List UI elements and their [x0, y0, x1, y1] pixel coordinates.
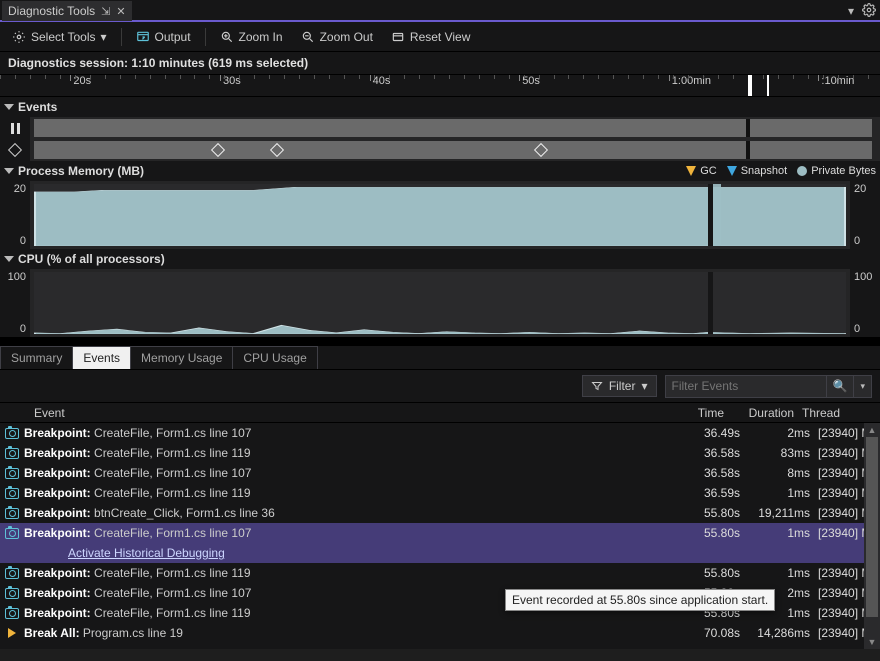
zoom-out-button[interactable]: Zoom Out [297, 28, 377, 46]
toolbar: Select Tools ▾ Output Zoom In Zoom Out R… [0, 22, 880, 52]
tab-cpu-usage[interactable]: CPU Usage [232, 346, 317, 369]
camera-icon [0, 588, 24, 599]
legend-private-bytes: Private Bytes [797, 165, 876, 177]
cpu-chart[interactable] [34, 272, 846, 334]
session-info: Diagnostics session: 1:10 minutes (619 m… [0, 52, 880, 75]
memory-section-title: Process Memory (MB) [18, 164, 144, 178]
events-section-header[interactable]: Events [0, 97, 880, 117]
filter-search: 🔍 ▾ [665, 375, 872, 398]
scroll-up-icon[interactable]: ▲ [864, 423, 880, 437]
tool-window-title: Diagnostic Tools [8, 4, 95, 18]
detail-tabs: Summary Events Memory Usage CPU Usage [0, 345, 880, 369]
select-tools-label: Select Tools [31, 30, 95, 44]
table-row[interactable]: Breakpoint: CreateFile, Form1.cs line 10… [0, 463, 880, 483]
zoom-out-label: Zoom Out [320, 30, 373, 44]
search-options-icon[interactable]: ▾ [853, 376, 871, 397]
memory-section-header[interactable]: Process Memory (MB) GC Snapshot Private … [0, 161, 880, 181]
table-row[interactable]: Breakpoint: CreateFile, Form1.cs line 10… [0, 523, 880, 543]
camera-icon [0, 448, 24, 459]
chevron-down-icon: ▾ [100, 30, 106, 44]
table-row[interactable]: Breakpoint: CreateFile, Form1.cs line 10… [0, 423, 880, 443]
table-row[interactable]: Breakpoint: CreateFile, Form1.cs line 11… [0, 443, 880, 463]
select-tools-button[interactable]: Select Tools ▾ [8, 28, 111, 46]
historical-debugging-link-row: Activate Historical Debugging [0, 543, 880, 563]
search-icon[interactable]: 🔍 [826, 376, 854, 397]
events-lanes [0, 117, 880, 161]
events-table: Event Time Duration Thread Breakpoint: C… [0, 403, 880, 649]
col-duration[interactable]: Duration [730, 406, 800, 420]
cpu-axis-right: 1000 [850, 269, 880, 337]
collapse-caret-icon [4, 168, 14, 174]
scrollbar[interactable]: ▲ ▼ [864, 423, 880, 649]
separator [121, 28, 122, 46]
break-events-lane[interactable] [0, 117, 880, 139]
collapse-caret-icon [4, 256, 14, 262]
memory-axis-right: 200 [850, 181, 880, 249]
gear-icon[interactable] [862, 3, 876, 20]
reset-view-label: Reset View [410, 30, 470, 44]
intellitrace-lane[interactable] [0, 139, 880, 161]
close-icon[interactable]: ✕ [116, 5, 125, 18]
scroll-down-icon[interactable]: ▼ [864, 635, 880, 649]
splitter[interactable] [0, 337, 880, 345]
col-thread[interactable]: Thread [800, 406, 864, 420]
memory-axis-left: 200 [0, 181, 30, 249]
memory-legend: GC Snapshot Private Bytes [686, 165, 876, 177]
zoom-in-button[interactable]: Zoom In [216, 28, 287, 46]
diamond-icon [0, 139, 30, 161]
tool-window-tab[interactable]: Diagnostic Tools ⇲ ✕ [2, 1, 132, 21]
camera-icon [0, 608, 24, 619]
camera-icon [0, 528, 24, 539]
tab-summary[interactable]: Summary [0, 346, 73, 369]
filter-button[interactable]: Filter ▾ [582, 375, 657, 397]
table-row[interactable]: Breakpoint: CreateFile, Form1.cs line 11… [0, 483, 880, 503]
zoom-in-label: Zoom In [239, 30, 283, 44]
camera-icon [0, 428, 24, 439]
table-row[interactable]: Breakpoint: btnCreate_Click, Form1.cs li… [0, 503, 880, 523]
memory-chart[interactable] [34, 184, 846, 246]
cpu-axis-left: 1000 [0, 269, 30, 337]
legend-snapshot: Snapshot [727, 165, 787, 177]
scrollbar-thumb[interactable] [866, 437, 878, 617]
camera-icon [0, 568, 24, 579]
window-titlebar: Diagnostic Tools ⇲ ✕ ▾ [0, 0, 880, 22]
output-label: Output [155, 30, 191, 44]
col-event[interactable]: Event [0, 406, 670, 420]
filter-input[interactable] [666, 379, 826, 393]
pin-icon[interactable]: ⇲ [101, 5, 110, 18]
filter-bar: Filter ▾ 🔍 ▾ [0, 369, 880, 403]
table-row[interactable]: Break All: Program.cs line 1970.08s14,28… [0, 623, 880, 643]
table-header: Event Time Duration Thread [0, 403, 880, 423]
memory-chart-row: 200 200 [0, 181, 880, 249]
pause-icon [0, 117, 30, 139]
filter-label: Filter [609, 379, 636, 393]
break-all-arrow-icon [0, 628, 24, 638]
events-section-title: Events [18, 100, 57, 114]
col-time[interactable]: Time [670, 406, 730, 420]
window-menu-icon[interactable]: ▾ [848, 4, 854, 18]
activate-historical-debugging-link[interactable]: Activate Historical Debugging [68, 546, 225, 560]
tab-memory-usage[interactable]: Memory Usage [130, 346, 233, 369]
table-row[interactable]: Breakpoint: CreateFile, Form1.cs line 11… [0, 563, 880, 583]
legend-gc: GC [686, 165, 717, 177]
collapse-caret-icon [4, 104, 14, 110]
reset-view-button[interactable]: Reset View [387, 28, 474, 46]
camera-icon [0, 508, 24, 519]
tab-events[interactable]: Events [72, 346, 131, 369]
cpu-section-header[interactable]: CPU (% of all processors) [0, 249, 880, 269]
cpu-chart-row: 1000 1000 [0, 269, 880, 337]
cpu-section-title: CPU (% of all processors) [18, 252, 165, 266]
chevron-down-icon: ▾ [641, 379, 647, 393]
camera-icon [0, 488, 24, 499]
tooltip: Event recorded at 55.80s since applicati… [505, 589, 775, 611]
timeline-ruler[interactable]: 20s30s40s50s1:00min:10min [0, 75, 880, 97]
output-button[interactable]: Output [132, 28, 195, 46]
camera-icon [0, 468, 24, 479]
separator [205, 28, 206, 46]
